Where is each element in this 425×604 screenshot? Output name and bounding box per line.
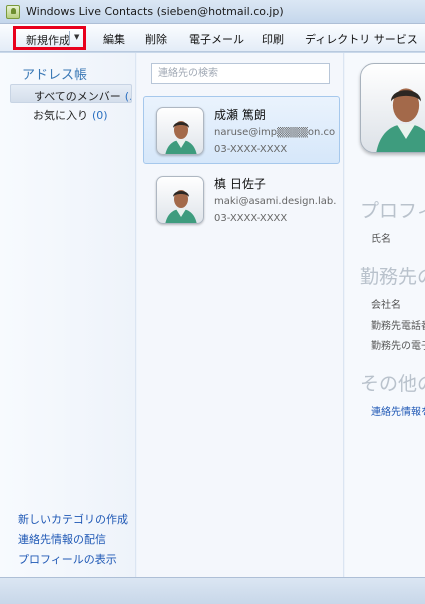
category-label: お気に入り [33,109,88,122]
new-button-label: 新規作成 [26,34,70,47]
contact-name: 槙 日佐子 [214,177,266,191]
contact-email: maki@asami.design.lab... [214,196,336,207]
contact-name: 成瀬 篤朗 [214,108,266,122]
contact-card[interactable]: 成瀬 篤朗 naruse@imp▒▒▒▒on.com 03-XXXX-XXXX [143,96,340,164]
company-field-label: 会社名 [371,300,401,311]
large-person-avatar-icon [360,63,425,153]
chevron-down-icon[interactable]: ▼ [74,33,79,41]
show-profile-link[interactable]: プロフィールの表示 [18,551,117,567]
profile-heading: プロフィ [360,200,425,222]
work-phone-field-label: 勤務先電話番 [371,321,425,332]
contact-detail-pane: プロフィ 氏名 勤務先の 会社名 勤務先電話番 勤務先の電子 その他の 連絡先情… [345,53,425,583]
menu-bar: 新規作成 ▼ 編集 削除 電子メール 印刷 ディレクトリ サービス [0,24,425,52]
contact-email: naruse@imp▒▒▒▒on.com [214,127,336,138]
category-favorites[interactable]: お気に入り (0) [10,104,132,123]
address-book-sidebar: アドレス帳 すべてのメンバー(.. お気に入り (0) 新しいカテゴリの作成 連絡… [0,53,136,583]
contact-info-link[interactable]: 連絡先情報を [371,403,425,418]
work-email-field-label: 勤務先の電子 [371,341,425,352]
status-bar [0,577,425,604]
window-title: Windows Live Contacts (sieben@hotmail.co… [26,5,284,18]
print-menu[interactable]: 印刷 [262,31,284,47]
category-count: (.. [124,90,131,103]
category-label: すべてのメンバー [34,90,121,103]
category-count: (0) [92,109,108,122]
contact-phone: 03-XXXX-XXXX [214,213,288,224]
main-content: アドレス帳 すべてのメンバー(.. お気に入り (0) 新しいカテゴリの作成 連絡… [0,53,425,604]
contact-phone: 03-XXXX-XXXX [214,144,288,155]
new-button[interactable]: 新規作成 ▼ [13,26,86,50]
directory-services-menu[interactable]: ディレクトリ サービス [305,31,418,47]
person-avatar-icon [156,176,204,224]
publish-contact-info-link[interactable]: 連絡先情報の配信 [18,531,106,547]
email-menu[interactable]: 電子メール [189,31,244,47]
contact-search-input[interactable] [151,63,330,84]
new-category-link[interactable]: 新しいカテゴリの作成 [18,511,128,527]
split-divider [69,31,70,45]
name-field-label: 氏名 [371,234,391,245]
person-avatar-icon [156,107,204,155]
work-heading: 勤務先の [360,266,425,288]
title-bar: Windows Live Contacts (sieben@hotmail.co… [0,0,425,24]
contacts-app-icon [6,5,20,19]
contact-list-pane: 成瀬 篤朗 naruse@imp▒▒▒▒on.com 03-XXXX-XXXX … [137,53,344,583]
category-all-members[interactable]: すべてのメンバー(.. [10,84,132,103]
contact-card[interactable]: 槙 日佐子 maki@asami.design.lab... 03-XXXX-X… [143,165,340,233]
address-book-heading: アドレス帳 [22,68,88,83]
other-heading: その他の [360,373,425,395]
delete-menu[interactable]: 削除 [145,31,167,47]
edit-menu[interactable]: 編集 [103,31,125,47]
